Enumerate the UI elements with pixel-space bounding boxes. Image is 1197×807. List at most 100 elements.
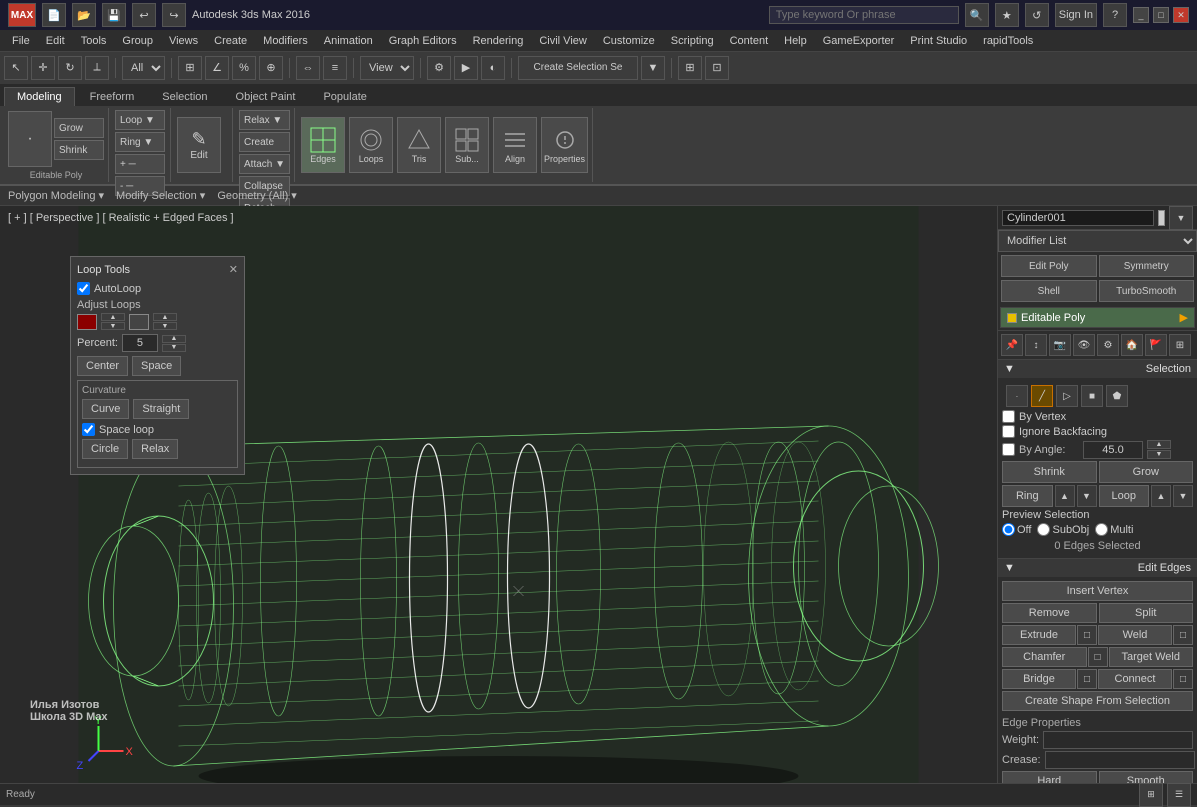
create-shape-btn[interactable]: Create Shape From Selection (1002, 691, 1193, 711)
ribbon-tab-selection[interactable]: Selection (149, 87, 220, 106)
align-large-btn[interactable]: Align (493, 117, 537, 173)
ring-btn[interactable]: Ring ▼ (115, 132, 165, 152)
split-btn[interactable]: Split (1099, 603, 1194, 623)
menu-item-rendering[interactable]: Rendering (465, 33, 532, 49)
ribbon-tab-object-paint[interactable]: Object Paint (223, 87, 309, 106)
menu-item-tools[interactable]: Tools (73, 33, 115, 49)
view-dropdown[interactable]: View (360, 56, 414, 80)
ring-spin-down[interactable]: ▼ (1077, 485, 1097, 507)
stack-editable-poly[interactable]: Editable Poly ▶ (1001, 308, 1194, 327)
move-icon[interactable]: ↕ (1025, 334, 1047, 356)
vertex-btn[interactable]: · (8, 111, 52, 167)
edges-large-btn[interactable]: Edges (301, 117, 345, 173)
weld-settings[interactable]: □ (1173, 625, 1193, 645)
crease-input[interactable] (1045, 751, 1195, 769)
edit-large-btn[interactable]: ✎Edit (177, 117, 221, 173)
scale-btn[interactable]: ⟂ (85, 56, 109, 80)
ribbon-tab-populate[interactable]: Populate (310, 87, 379, 106)
tris-large-btn[interactable]: Tris (397, 117, 441, 173)
menu-item-civil-view[interactable]: Civil View (531, 33, 594, 49)
shrink-btn[interactable]: Shrink (54, 140, 104, 160)
menu-item-customize[interactable]: Customize (595, 33, 663, 49)
new-btn[interactable]: 📄 (42, 3, 66, 27)
close-btn[interactable]: ✕ (1173, 7, 1189, 23)
ignore-backfacing-checkbox[interactable] (1002, 425, 1015, 438)
ribbon-bottom-modify[interactable]: Modify Selection ▾ (116, 189, 205, 202)
help-icon[interactable]: ? (1103, 3, 1127, 27)
insert-vertex-btn[interactable]: Insert Vertex (1002, 581, 1193, 601)
app-logo[interactable]: MAX (8, 3, 36, 27)
viewport[interactable]: [ + ] [ Perspective ] [ Realistic + Edge… (0, 206, 997, 783)
search-input[interactable] (769, 6, 959, 24)
weight-input[interactable] (1043, 731, 1193, 749)
create-sel-btn[interactable]: Create Selection Se (518, 56, 638, 80)
menu-item-content[interactable]: Content (722, 33, 777, 49)
autoloop-checkbox[interactable] (77, 282, 90, 295)
loop-btn-sel[interactable]: Loop (1099, 485, 1150, 507)
create-btn[interactable]: Create (239, 132, 290, 152)
selection-header[interactable]: ▼ Selection (998, 360, 1197, 378)
extrude-btn[interactable]: Extrude (1002, 625, 1076, 645)
hard-btn[interactable]: Hard (1002, 771, 1097, 783)
percent-up[interactable]: ▲ (162, 335, 186, 343)
center-btn[interactable]: Center (77, 356, 128, 376)
off-radio[interactable]: Off (1002, 523, 1031, 536)
open-btn[interactable]: 📂 (72, 3, 96, 27)
extra-btn2[interactable]: ⊡ (705, 56, 729, 80)
by-angle-input[interactable] (1083, 441, 1143, 459)
mirror-btn[interactable]: ⇔ (296, 56, 320, 80)
menu-item-edit[interactable]: Edit (38, 33, 73, 49)
menu-item-scripting[interactable]: Scripting (663, 33, 722, 49)
minimize-btn[interactable]: _ (1133, 7, 1149, 23)
relax-tools-btn[interactable]: Relax (132, 439, 178, 459)
object-color-box[interactable] (1158, 210, 1165, 226)
maximize-btn[interactable]: □ (1153, 7, 1169, 23)
ribbon-bottom-polygon[interactable]: Polygon Modeling ▾ (8, 189, 104, 202)
menu-item-modifiers[interactable]: Modifiers (255, 33, 316, 49)
sel-element-icon[interactable]: ⬟ (1106, 385, 1128, 407)
star-icon[interactable]: ★ (995, 3, 1019, 27)
menu-item-animation[interactable]: Animation (316, 33, 381, 49)
shrink-btn-sel[interactable]: Shrink (1002, 461, 1097, 483)
attach-btn[interactable]: Attach ▼ (239, 154, 290, 174)
object-name-input[interactable] (1002, 210, 1154, 226)
search-icon[interactable]: 🔍 (965, 3, 989, 27)
redo-btn[interactable]: ↪ (162, 3, 186, 27)
menu-item-help[interactable]: Help (776, 33, 815, 49)
multi-radio[interactable]: Multi (1095, 523, 1133, 536)
insert-loop-btn[interactable]: + ─ (115, 154, 165, 174)
menu-item-rapidtools[interactable]: rapidTools (975, 33, 1041, 49)
obj-options-btn[interactable]: ▼ (1169, 206, 1193, 230)
subobj-radio[interactable]: SubObj (1037, 523, 1089, 536)
space-loop-checkbox[interactable] (82, 423, 95, 436)
angle-up[interactable]: ▲ (1147, 440, 1171, 449)
menu-item-print-studio[interactable]: Print Studio (902, 33, 975, 49)
sign-in-btn[interactable]: Sign In (1055, 3, 1097, 27)
bridge-settings[interactable]: □ (1077, 669, 1097, 689)
sel-poly-icon[interactable]: ■ (1081, 385, 1103, 407)
snap-btn[interactable]: ⊞ (178, 56, 202, 80)
extra-btn1[interactable]: ⊞ (678, 56, 702, 80)
color-swatch-2[interactable] (129, 314, 149, 330)
update-icon[interactable]: ↺ (1025, 3, 1049, 27)
straight-btn[interactable]: Straight (133, 399, 189, 419)
ribbon-bottom-geometry[interactable]: Geometry (All) ▾ (217, 189, 296, 202)
angle-snap-btn[interactable]: ∠ (205, 56, 229, 80)
target-weld-btn[interactable]: Target Weld (1109, 647, 1194, 667)
sel-arrow[interactable]: ▼ (641, 56, 665, 80)
relax-btn[interactable]: Relax ▼ (239, 110, 290, 130)
menu-item-views[interactable]: Views (161, 33, 206, 49)
smooth-btn[interactable]: Smooth (1099, 771, 1194, 783)
eye-icon[interactable]: 👁 (1073, 334, 1095, 356)
menu-item-gameexporter[interactable]: GameExporter (815, 33, 903, 49)
chamfer-btn[interactable]: Chamfer (1002, 647, 1087, 667)
percent-snap-btn[interactable]: % (232, 56, 256, 80)
move-btn[interactable]: ✛ (31, 56, 55, 80)
bridge-btn[interactable]: Bridge (1002, 669, 1076, 689)
loops-large-btn[interactable]: Loops (349, 117, 393, 173)
spinner-snap-btn[interactable]: ⊕ (259, 56, 283, 80)
swatch2-up[interactable]: ▲ (153, 313, 177, 321)
chamfer-settings[interactable]: □ (1088, 647, 1108, 667)
remove-btn[interactable]: Remove (1002, 603, 1097, 623)
ribbon-tab-freeform[interactable]: Freeform (77, 87, 148, 106)
